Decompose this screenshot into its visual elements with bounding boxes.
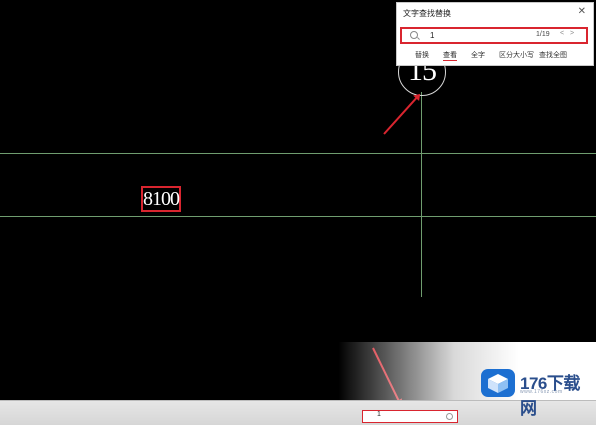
match-count: 1/19 [536, 31, 550, 38]
dialog-title: 文字查找替换 [403, 9, 451, 18]
toolbar-search-value: 1 [377, 411, 381, 418]
horizontal-axis-line-lower [0, 216, 596, 217]
search-icon [410, 31, 418, 39]
horizontal-axis-line-upper [0, 153, 596, 154]
bottom-toolbar: 1 [0, 400, 596, 425]
site-url: www.176xz.com [520, 389, 563, 395]
toolbar-search-input[interactable]: 1 [362, 410, 458, 423]
find-replace-dialog: 文字查找替换 ✕ 1 1/19 < > 替换 查看 全字 区分大小写 查找全图 [396, 2, 594, 66]
close-icon[interactable]: ✕ [578, 6, 586, 17]
match-nav-buttons[interactable]: < > [560, 30, 576, 37]
search-input[interactable]: 1 1/19 < > [400, 27, 588, 44]
search-icon [446, 413, 453, 420]
replace-option[interactable]: 替换 [415, 50, 429, 60]
search-whole-drawing-option[interactable]: 查找全图 [539, 50, 567, 60]
annotation-arrow-dialog [383, 96, 419, 135]
vertical-axis-line [421, 92, 422, 297]
view-option[interactable]: 查看 [443, 50, 457, 61]
whole-word-option[interactable]: 全字 [471, 50, 485, 60]
site-logo-icon [481, 369, 515, 397]
match-case-option[interactable]: 区分大小写 [499, 50, 534, 60]
highlighted-dimension-text[interactable]: 8100 [141, 186, 181, 212]
search-input-value: 1 [430, 31, 435, 40]
